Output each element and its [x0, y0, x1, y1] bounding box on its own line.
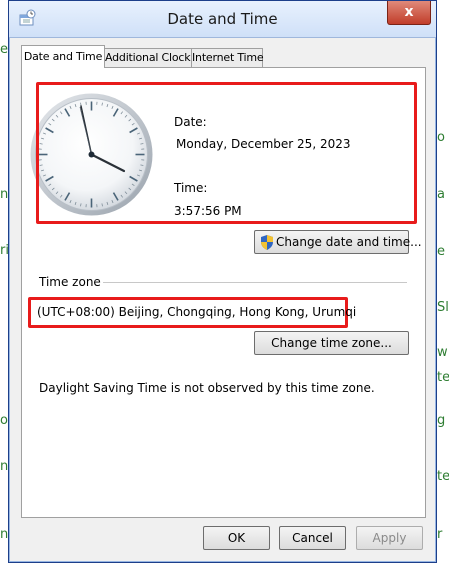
bg-text-fragment: n [0, 187, 9, 202]
bg-text-fragment: n [0, 459, 9, 474]
date-value: Monday, December 25, 2023 [176, 137, 351, 151]
group-divider [103, 282, 407, 283]
bg-text-fragment: n [0, 527, 9, 542]
bg-text-fragment: o [0, 413, 8, 428]
change-date-time-button[interactable]: Change date and time... [254, 230, 422, 254]
bg-text-fragment: Sl [437, 300, 449, 315]
date-label: Date: [174, 115, 207, 129]
highlight-date-time-box [36, 82, 417, 224]
apply-button[interactable]: Apply [356, 526, 423, 550]
bg-text-fragment: r [437, 527, 443, 542]
window-title: Date and Time [167, 10, 278, 28]
time-label: Time: [174, 181, 208, 195]
time-zone-value: (UTC+08:00) Beijing, Chongqing, Hong Kon… [37, 305, 357, 319]
dst-note: Daylight Saving Time is not observed by … [39, 381, 375, 395]
time-zone-group-label: Time zone [39, 275, 101, 289]
title-bar[interactable]: Date and Time x [9, 1, 436, 38]
bg-text-fragment: a [437, 187, 445, 202]
tab-date-and-time[interactable]: Date and Time [21, 45, 105, 68]
bg-text-fragment: te [437, 469, 449, 484]
close-button[interactable]: x [387, 1, 431, 25]
change-date-time-label: Change date and time... [276, 235, 422, 249]
bg-text-fragment: te [437, 370, 449, 385]
bg-text-fragment: e [437, 244, 445, 259]
tab-internet-time[interactable]: Internet Time [191, 48, 264, 67]
bg-text-fragment: o [437, 130, 445, 145]
tab-additional-clocks[interactable]: Additional Clocks [104, 48, 196, 67]
cancel-button[interactable]: Cancel [279, 526, 346, 550]
bg-text-fragment: w [437, 345, 448, 360]
time-value: 3:57:56 PM [174, 204, 242, 218]
bg-text-fragment: g [437, 413, 446, 428]
ok-button[interactable]: OK [203, 526, 270, 550]
uac-shield-icon [261, 235, 273, 250]
change-time-zone-button[interactable]: Change time zone... [254, 331, 409, 355]
